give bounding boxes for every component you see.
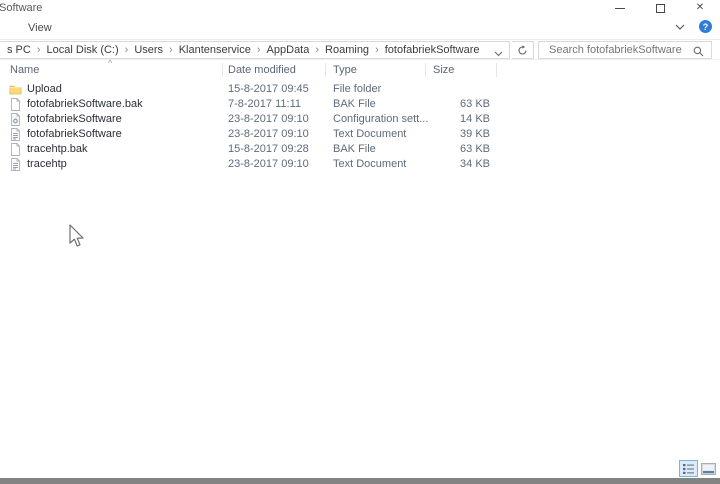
file-type: Text Document <box>333 127 406 142</box>
file-blank-icon <box>9 143 22 156</box>
file-name: tracehtp.bak <box>27 142 88 157</box>
file-type: BAK File <box>333 142 376 157</box>
file-config-icon <box>9 113 22 126</box>
file-date-modified: 15-8-2017 09:45 <box>228 82 309 97</box>
navigation-bar: s PC Local Disk (C:) Users Klantenservic… <box>0 40 720 60</box>
file-row[interactable]: tracehtp 23-8-2017 09:10 Text Document 3… <box>0 157 720 172</box>
sort-ascending-icon: ^ <box>108 58 112 68</box>
bottom-edge-strip <box>0 478 720 484</box>
file-name: fotofabriekSoftware <box>27 112 122 127</box>
maximize-button[interactable] <box>640 0 680 16</box>
file-size: 34 KB <box>413 157 490 172</box>
file-row[interactable]: tracehtp.bak 15-8-2017 09:28 BAK File 63… <box>0 142 720 157</box>
details-view-icon <box>682 463 695 475</box>
file-date-modified: 23-8-2017 09:10 <box>228 157 309 172</box>
file-type: BAK File <box>333 97 376 112</box>
search-icon <box>693 46 704 60</box>
column-header-size[interactable]: Size <box>433 64 454 76</box>
search-input[interactable] <box>539 42 689 58</box>
window-title: Software <box>0 2 42 14</box>
file-row[interactable]: fotofabriekSoftware 23-8-2017 09:10 Conf… <box>0 112 720 127</box>
caption-buttons: ✕ <box>600 0 720 16</box>
file-list: Upload 15-8-2017 09:45 File folder fotof… <box>0 80 720 172</box>
breadcrumb: s PC Local Disk (C:) Users Klantenservic… <box>7 44 480 56</box>
file-row[interactable]: Upload 15-8-2017 09:45 File folder <box>0 82 720 97</box>
column-divider[interactable] <box>325 63 326 77</box>
status-bar <box>0 456 720 478</box>
file-text-icon <box>9 158 22 171</box>
breadcrumb-item[interactable]: Roaming <box>325 44 385 56</box>
file-size: 63 KB <box>413 142 490 157</box>
file-date-modified: 23-8-2017 09:10 <box>228 127 309 142</box>
breadcrumb-item[interactable]: fotofabriekSoftware <box>385 44 480 56</box>
column-divider[interactable] <box>425 63 426 77</box>
thumbnail-view-icon <box>701 463 716 475</box>
file-size: 14 KB <box>413 112 490 127</box>
close-icon: ✕ <box>696 3 704 13</box>
file-type: Text Document <box>333 157 406 172</box>
file-text-icon <box>9 128 22 141</box>
folder-icon <box>9 83 22 96</box>
file-row[interactable]: fotofabriekSoftware 23-8-2017 09:10 Text… <box>0 127 720 142</box>
ribbon-tab-bar: View ? <box>0 16 720 40</box>
breadcrumb-item[interactable]: Local Disk (C:) <box>47 44 135 56</box>
file-size: 39 KB <box>413 127 490 142</box>
search-box <box>538 41 712 59</box>
maximize-icon <box>656 4 665 13</box>
refresh-icon <box>517 45 528 56</box>
minimize-icon <box>615 8 625 9</box>
file-name: tracehtp <box>27 157 67 172</box>
file-name: fotofabriekSoftware.bak <box>27 97 143 112</box>
column-divider[interactable] <box>222 63 223 77</box>
minimize-button[interactable] <box>600 0 640 16</box>
file-type: File folder <box>333 82 381 97</box>
tab-view[interactable]: View <box>28 22 52 34</box>
file-name: fotofabriekSoftware <box>27 127 122 142</box>
column-divider[interactable] <box>496 63 497 77</box>
file-date-modified: 15-8-2017 09:28 <box>228 142 309 157</box>
address-dropdown-chevron-icon[interactable] <box>494 48 503 60</box>
file-date-modified: 7-8-2017 11:11 <box>228 97 301 112</box>
breadcrumb-item[interactable]: AppData <box>267 44 325 56</box>
help-icon[interactable]: ? <box>699 20 712 33</box>
breadcrumb-item[interactable]: Klantenservice <box>179 44 267 56</box>
column-header-date-modified[interactable]: Date modified <box>228 64 296 76</box>
close-button[interactable]: ✕ <box>680 0 720 16</box>
file-date-modified: 23-8-2017 09:10 <box>228 112 309 127</box>
column-header-name[interactable]: Name <box>10 64 39 76</box>
breadcrumb-item[interactable]: Users <box>134 44 178 56</box>
file-size: 63 KB <box>413 97 490 112</box>
column-header-row: ^ Name Date modified Type Size <box>0 60 720 80</box>
thumbnail-view-button[interactable] <box>701 463 716 475</box>
column-header-type[interactable]: Type <box>333 64 357 76</box>
mouse-cursor <box>68 224 86 253</box>
refresh-button[interactable] <box>512 41 534 59</box>
breadcrumb-item[interactable]: s PC <box>7 44 47 56</box>
ribbon-collapse-chevron-icon[interactable] <box>675 24 685 30</box>
title-bar: Software ✕ <box>0 0 720 16</box>
file-row[interactable]: fotofabriekSoftware.bak 7-8-2017 11:11 B… <box>0 97 720 112</box>
file-blank-icon <box>9 98 22 111</box>
address-bar[interactable]: s PC Local Disk (C:) Users Klantenservic… <box>0 41 510 59</box>
file-name: Upload <box>27 82 62 97</box>
details-view-button[interactable] <box>679 460 698 477</box>
